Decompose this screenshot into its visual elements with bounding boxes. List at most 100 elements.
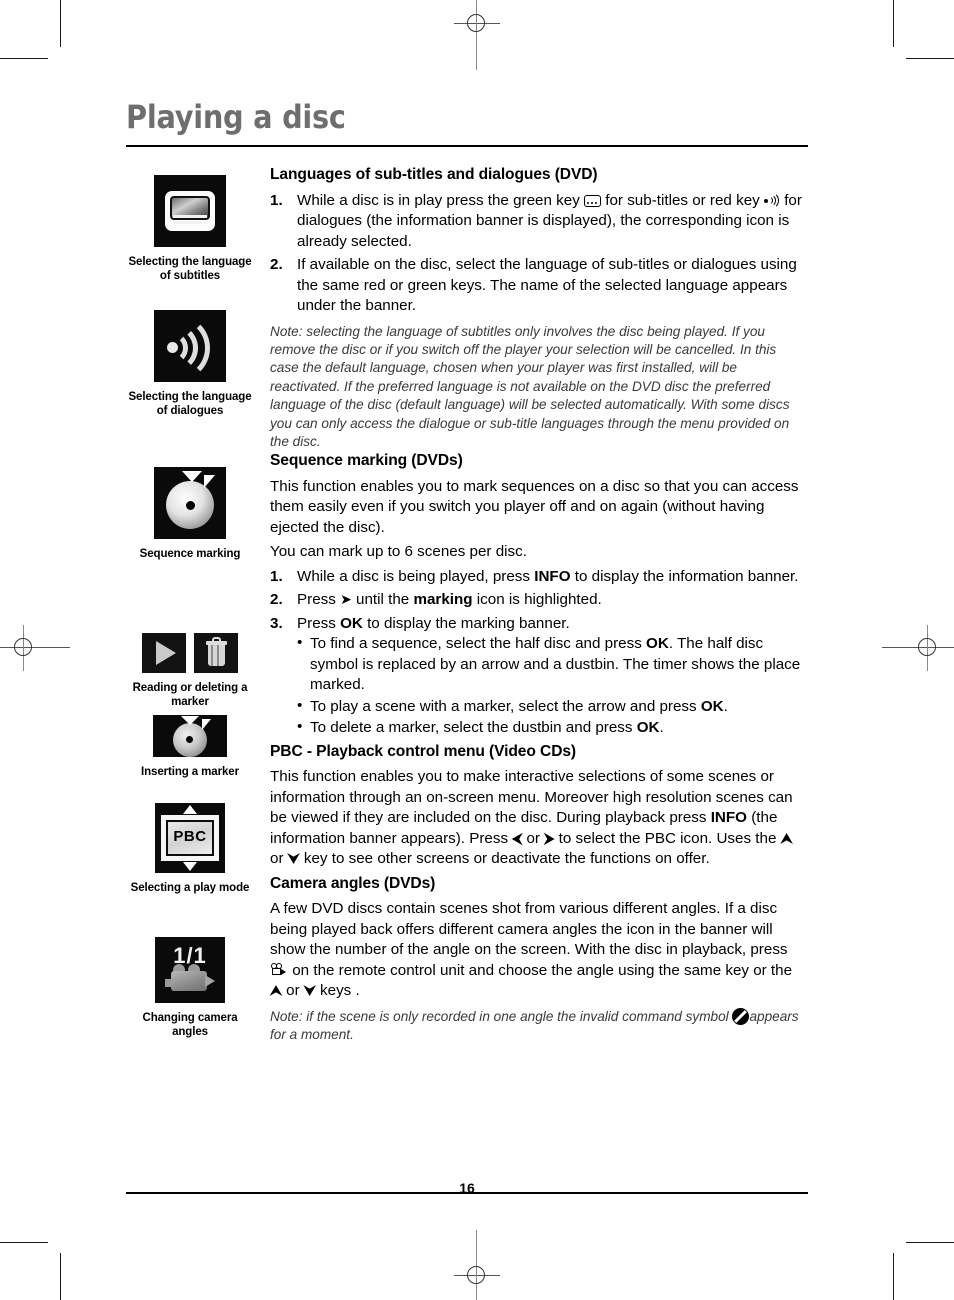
paragraph-part: to select the PBC icon. Uses the xyxy=(558,829,777,847)
crop-mark-bottom-right-horizontal xyxy=(906,1242,954,1243)
keyword-bold: OK xyxy=(636,719,660,737)
list-item: • To delete a marker, select the dustbin… xyxy=(297,718,808,739)
sequence-marking-disc-icon xyxy=(154,467,226,539)
section-heading-pbc: PBC - Playback control menu (Video CDs) xyxy=(270,742,577,760)
step-text-part: to display the marking banner. xyxy=(367,614,570,632)
bullet-text-part: . xyxy=(659,719,664,737)
bullet-text-part: . xyxy=(723,697,728,715)
camera-key-icon xyxy=(270,962,288,977)
pbc-screen-icon: PBC xyxy=(155,803,225,873)
icon-caption: Reading or deleting a marker xyxy=(132,682,248,708)
icon-caption: Changing camera angles xyxy=(142,1012,238,1038)
icon-block-camera-angles: 1/1 Changing camera angles xyxy=(126,937,254,1039)
sequence-bullets: • To find a sequence, select the half di… xyxy=(297,634,808,739)
sound-wave-icon xyxy=(154,310,226,382)
paragraph-part: key to see other screens or deactivate t… xyxy=(303,850,710,868)
camera-angle-icon: 1/1 xyxy=(155,937,225,1003)
invalid-command-icon xyxy=(732,1007,750,1025)
section-heading-sequence-marking: Sequence marking (DVDs) xyxy=(270,452,463,470)
arrow-down-icon: ⮟ xyxy=(303,983,316,1000)
crop-mark-top-left-horizontal xyxy=(0,58,48,59)
text-column: Languages of sub-titles and dialogues (D… xyxy=(270,165,808,1045)
title-divider xyxy=(126,145,808,147)
list-item: 1. While a disc is being played, press I… xyxy=(270,567,808,588)
play-and-dustbin-icon xyxy=(142,633,238,673)
step-text-part: While a disc is being played, press xyxy=(297,567,530,585)
paragraph-part: A few DVD discs contain scenes shot from… xyxy=(270,900,788,959)
list-item: 1. While a disc is in play press the gre… xyxy=(270,191,808,253)
keyword-bold: INFO xyxy=(534,567,571,585)
registration-mark-bottom xyxy=(454,1230,500,1300)
step-text: If available on the disc, select the lan… xyxy=(297,256,797,314)
keyword-bold: OK xyxy=(646,635,669,653)
arrow-right-icon: ⮞ xyxy=(544,830,555,847)
step-text-part: to display the information banner. xyxy=(574,567,799,585)
bullet-glyph: • xyxy=(297,696,303,714)
arrow-up-icon: ⮝ xyxy=(780,830,793,847)
paragraph: You can mark up to 6 scenes per disc. xyxy=(270,543,527,561)
step-text-part: Press xyxy=(297,591,336,609)
note-part: Note: if the scene is only recorded in o… xyxy=(270,1008,729,1024)
icon-caption: Selecting the language of subtitles xyxy=(128,256,252,282)
subtitle-key-icon xyxy=(584,194,602,207)
half-disc-marker-icon xyxy=(153,715,227,757)
icon-caption: Selecting the language of dialogues xyxy=(128,391,252,417)
keyword-bold: OK xyxy=(700,697,724,715)
icon-caption: Selecting a play mode xyxy=(130,882,250,894)
step-number: 2. xyxy=(270,256,283,273)
step-number: 1. xyxy=(270,191,283,209)
icon-block-dialogues: Selecting the language of dialogues xyxy=(126,310,254,418)
arrow-right-icon: ➤ xyxy=(340,592,352,609)
paragraph-camera: A few DVD discs contain scenes shot from… xyxy=(270,899,808,1002)
registration-mark-left xyxy=(0,625,70,671)
audio-key-icon xyxy=(763,191,780,209)
languages-steps: 1. While a disc is in play press the gre… xyxy=(270,191,808,317)
list-item: • To play a scene with a marker, select … xyxy=(297,697,808,718)
crop-mark-bottom-left-horizontal xyxy=(0,1242,48,1243)
step-text-part: for sub-titles or red key xyxy=(605,191,760,209)
arrow-up-icon: ⮝ xyxy=(270,983,282,1000)
step-number: 3. xyxy=(270,614,283,632)
note-languages: Note: selecting the language of subtitle… xyxy=(270,323,790,449)
paragraph: This function enables you to mark sequen… xyxy=(270,477,799,536)
bullet-text-part: To play a scene with a marker, select th… xyxy=(310,697,697,715)
registration-mark-right xyxy=(882,625,954,671)
icon-block-play-mode: PBC Selecting a play mode xyxy=(126,803,254,896)
subtitle-screen-icon xyxy=(154,175,226,247)
keyword-bold: OK xyxy=(340,614,363,632)
footer-divider xyxy=(126,1192,808,1194)
step-text-part: icon is highlighted. xyxy=(476,591,602,609)
crop-mark-top-right-horizontal xyxy=(906,58,954,59)
conjunction: or xyxy=(270,850,284,868)
crop-mark-bottom-left-vertical xyxy=(60,1253,61,1300)
icon-block-sequence-marking: Sequence marking xyxy=(126,467,254,562)
keyword-bold: marking xyxy=(413,591,473,609)
registration-mark-top xyxy=(454,0,500,70)
arrow-down-icon: ⮟ xyxy=(287,851,300,868)
bullet-glyph: • xyxy=(297,634,303,652)
icon-block-read-delete-marker: Reading or deleting a marker xyxy=(126,633,254,709)
conjunction: or xyxy=(286,982,300,1000)
crop-mark-top-left-vertical xyxy=(60,0,61,47)
bullet-glyph: • xyxy=(297,718,303,736)
icon-caption: Sequence marking xyxy=(139,548,241,560)
paragraph-part: on the remote control unit and choose th… xyxy=(292,961,793,979)
section-heading-camera-angles: Camera angles (DVDs) xyxy=(270,874,436,892)
step-number: 1. xyxy=(270,567,283,585)
bullet-text-part: To delete a marker, select the dustbin a… xyxy=(310,719,633,737)
section-heading-languages: Languages of sub-titles and dialogues (D… xyxy=(270,166,598,183)
icon-caption: Inserting a marker xyxy=(141,766,239,778)
note-camera: Note: if the scene is only recorded in o… xyxy=(270,1007,808,1045)
page-title: Playing a disc xyxy=(126,98,346,136)
bullet-text-part: To find a sequence, select the half disc… xyxy=(310,635,642,653)
list-item: 3. Press OK to display the marking banne… xyxy=(270,614,808,739)
icon-block-insert-marker: Inserting a marker xyxy=(126,715,254,780)
list-item: 2. Press ➤ until the marking icon is hig… xyxy=(270,590,808,611)
paragraph-part: keys . xyxy=(320,982,360,1000)
arrow-left-icon: ⮜ xyxy=(512,830,523,847)
crop-mark-top-right-vertical xyxy=(893,0,894,47)
step-number: 2. xyxy=(270,591,283,609)
list-item: • To find a sequence, select the half di… xyxy=(297,634,808,696)
step-text-part: until the xyxy=(356,591,410,609)
keyword-bold: INFO xyxy=(710,809,747,827)
